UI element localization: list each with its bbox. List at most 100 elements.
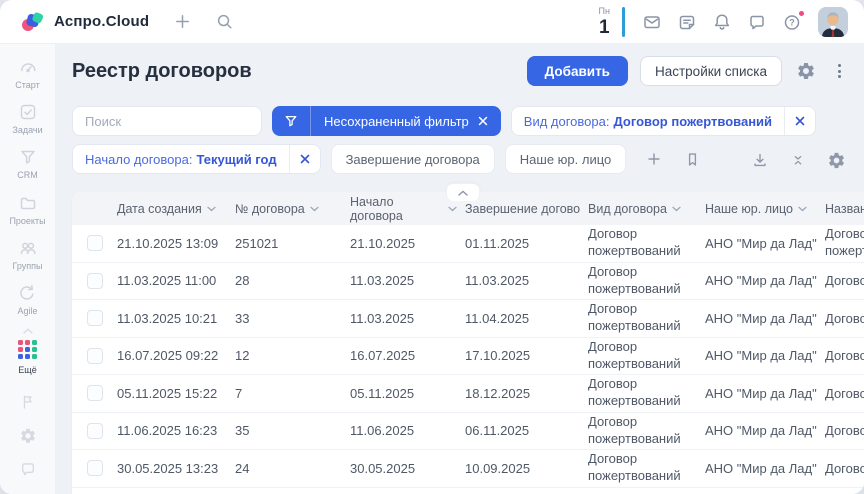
bell-icon[interactable] (709, 9, 735, 35)
table-row[interactable]: 11.03.2025 10:21 33 11.03.2025 11.04.202… (72, 300, 864, 338)
column-header-type[interactable]: Вид договора (588, 202, 705, 216)
cell-name: Договор (825, 386, 864, 401)
table-row[interactable]: 16.07.2025 09:22 12 16.07.2025 17.10.202… (72, 338, 864, 376)
cell-created: 30.05.2025 13:23 (117, 461, 235, 476)
sidebar-item-agile[interactable]: Agile (17, 283, 37, 318)
svg-text:?: ? (789, 17, 795, 27)
filter-chip-contract-end[interactable]: Завершение договора (331, 144, 495, 174)
filter-field-label: Вид договора: (524, 114, 610, 129)
app-window: Аспро.Cloud Пн 1 (0, 0, 864, 494)
list-settings-button[interactable]: Настройки списка (640, 56, 782, 86)
row-checkbox[interactable] (87, 310, 103, 326)
cell-created: 11.03.2025 10:21 (117, 311, 235, 326)
mail-icon[interactable] (639, 9, 665, 35)
cell-end: 10.09.2025 (465, 461, 588, 476)
avatar[interactable] (818, 7, 848, 37)
table-row[interactable]: 05.11.2025 15:22 7 05.11.2025 18.12.2025… (72, 375, 864, 413)
table-row[interactable]: 21.10.2025 13:09 251021 21.10.2025 01.11… (72, 225, 864, 263)
cell-end: 17.10.2025 (465, 348, 588, 363)
contracts-table: Дата создания № договора Начало договора (72, 192, 864, 494)
unsaved-filter-chip[interactable]: Несохраненный фильтр (272, 106, 501, 136)
brand[interactable]: Аспро.Cloud (20, 10, 149, 34)
search-input[interactable] (72, 106, 262, 136)
notification-dot (799, 11, 804, 16)
row-checkbox[interactable] (87, 273, 103, 289)
row-checkbox[interactable] (87, 460, 103, 476)
notes-icon[interactable] (674, 9, 700, 35)
flag-icon[interactable] (18, 393, 38, 411)
cell-number: 24 (235, 461, 350, 476)
crm-funnel-icon (18, 147, 38, 167)
filter-chip-contract-type[interactable]: Вид договора: Договор пожертвований (511, 106, 816, 136)
cell-number: 28 (235, 273, 350, 288)
collapse-vertical-icon[interactable] (786, 148, 810, 172)
cell-name: Договор (825, 311, 864, 326)
cell-number: 35 (235, 423, 350, 438)
table-row[interactable]: 30.05.2025 13:23 24 30.05.2025 10.09.202… (72, 450, 864, 488)
close-icon[interactable] (289, 145, 320, 173)
cell-start: 30.05.2025 (350, 461, 465, 476)
cell-name: Договор (825, 461, 864, 476)
sort-chevron-icon (207, 206, 216, 212)
add-button[interactable]: Добавить (527, 56, 628, 86)
page-settings-gear-icon[interactable] (794, 59, 818, 83)
close-icon[interactable] (784, 107, 815, 135)
cell-end: 01.11.2025 (465, 236, 588, 251)
bookmark-icon[interactable] (680, 147, 704, 171)
sidebar-label: Проекты (9, 216, 45, 226)
column-header-end[interactable]: Завершение догово... (465, 202, 588, 216)
sidebar-item-projects[interactable]: Проекты (9, 193, 45, 228)
table-row[interactable]: 11.03.2025 11:00 28 11.03.2025 11.03.202… (72, 263, 864, 301)
cell-end: 11.04.2025 (465, 311, 588, 326)
cell-type: Договор пожертвований (588, 376, 705, 410)
calendar-widget[interactable]: Пн 1 (599, 7, 620, 37)
chat-icon[interactable] (744, 9, 770, 35)
column-header-created[interactable]: Дата создания (117, 202, 235, 216)
row-checkbox[interactable] (87, 385, 103, 401)
sidebar-item-crm[interactable]: CRM (17, 147, 38, 182)
help-icon[interactable]: ? (779, 9, 805, 35)
cell-type: Договор пожертвований (588, 414, 705, 448)
table-row[interactable]: 11.06.2025 16:23 35 11.06.2025 06.11.202… (72, 413, 864, 451)
search-icon[interactable] (211, 9, 237, 35)
filter-field-label: Начало договора: (85, 152, 192, 167)
cell-entity: АНО "Мир да Лад" (705, 311, 825, 326)
cell-start: 11.06.2025 (350, 423, 465, 438)
row-checkbox[interactable] (87, 348, 103, 364)
filter-funnel-icon[interactable] (272, 106, 311, 136)
sidebar-label: CRM (17, 170, 38, 180)
column-header-number[interactable]: № договора (235, 202, 350, 216)
groups-people-icon (18, 238, 38, 258)
cell-end: 06.11.2025 (465, 423, 588, 438)
sidebar-item-more[interactable]: Ещё (18, 340, 37, 375)
table-settings-gear-icon[interactable] (824, 148, 848, 172)
gear-small-icon[interactable] (18, 427, 38, 445)
cell-start: 11.03.2025 (350, 273, 465, 288)
sidebar-label: Старт (15, 80, 39, 90)
cell-name: Договор (825, 348, 864, 363)
cell-entity: АНО "Мир да Лад" (705, 348, 825, 363)
create-plus-icon[interactable] (169, 9, 195, 35)
sidebar-item-tasks[interactable]: Задачи (12, 102, 42, 137)
chat-small-icon[interactable] (18, 460, 38, 478)
cell-end: 18.12.2025 (465, 386, 588, 401)
add-filter-icon[interactable] (642, 147, 666, 171)
cell-entity: АНО "Мир да Лад" (705, 461, 825, 476)
row-checkbox[interactable] (87, 423, 103, 439)
sidebar-item-start[interactable]: Старт (15, 57, 39, 92)
table-collapse-pill[interactable] (446, 183, 480, 201)
column-header-name[interactable]: Название (825, 202, 864, 216)
sidebar-item-groups[interactable]: Группы (13, 238, 43, 273)
cell-type: Договор пожертвований (588, 264, 705, 298)
cell-created: 11.03.2025 11:00 (117, 273, 235, 288)
row-checkbox[interactable] (87, 235, 103, 251)
filter-chip-legal-entity[interactable]: Наше юр. лицо (505, 144, 626, 174)
calendar-day: 1 (599, 18, 610, 37)
sidebar-collapse-icon[interactable] (22, 328, 34, 334)
kebab-menu-icon[interactable] (830, 64, 848, 78)
column-header-entity[interactable]: Наше юр. лицо (705, 202, 825, 216)
download-icon[interactable] (748, 148, 772, 172)
filter-chip-contract-start[interactable]: Начало договора: Текущий год (72, 144, 321, 174)
close-icon[interactable] (478, 116, 488, 126)
sidebar-label: Задачи (12, 125, 42, 135)
